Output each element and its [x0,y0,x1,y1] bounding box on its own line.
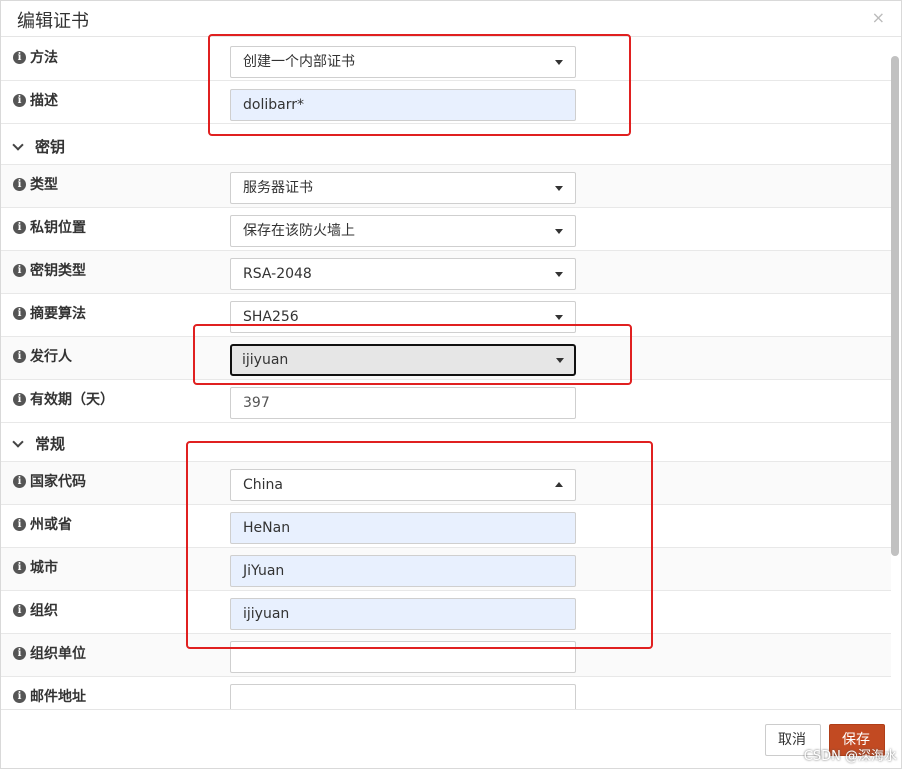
caret-down-icon [556,358,564,363]
field-label: 方法 [30,50,58,66]
private-key-location-select[interactable]: 保存在该防火墙上 [230,215,576,247]
caret-down-icon [555,60,563,65]
info-icon[interactable]: i [13,349,26,363]
info-icon[interactable]: i [13,306,26,320]
section-key[interactable]: 密钥 [1,127,891,165]
field-row-method: i 方法 创建一个内部证书 [1,38,891,81]
info-icon[interactable]: i [13,517,26,531]
method-select[interactable]: 创建一个内部证书 [230,46,576,78]
select-value: 服务器证书 [243,180,313,196]
caret-up-icon [555,482,563,487]
field-row-description: i 描述 dolibarr* [1,81,891,124]
field-label: 私钥位置 [30,220,86,236]
field-row-city: i 城市 JiYuan [1,548,891,591]
select-value: 保存在该防火墙上 [243,223,355,239]
field-label: 州或省 [30,517,72,533]
caret-down-icon [555,186,563,191]
country-code-select[interactable]: China [230,469,576,501]
digest-algorithm-select[interactable]: SHA256 [230,301,576,333]
field-row-country-code: i 国家代码 China [1,462,891,505]
info-icon[interactable]: i [13,646,26,660]
info-icon[interactable]: i [13,689,26,703]
dialog-footer: 取消 保存 [1,709,901,769]
field-label: 组织 [30,603,58,619]
edit-certificate-dialog: 编辑证书 × i 方法 创建一个内部证书 i 描述 dolibarr* 密钥 i 类型… [0,0,902,769]
field-row-private-key-location: i 私钥位置 保存在该防火墙上 [1,208,891,251]
field-row-org-unit: i 组织单位 [1,634,891,677]
field-label: 城市 [30,560,58,576]
email-input[interactable] [230,684,576,709]
select-value: SHA256 [243,309,299,325]
field-row-digest-algorithm: i 摘要算法 SHA256 [1,294,891,337]
org-unit-input[interactable] [230,641,576,673]
close-icon[interactable]: × [872,8,885,27]
field-label: 密钥类型 [30,263,86,279]
field-label: 摘要算法 [30,306,86,322]
info-icon[interactable]: i [13,603,26,617]
section-title: 常规 [35,435,66,453]
chevron-down-icon [12,139,24,151]
chevron-down-icon [12,436,24,448]
select-value: China [243,477,283,493]
field-label: 有效期（天） [30,392,114,408]
field-row-state: i 州或省 HeNan [1,505,891,548]
field-row-issuer: i 发行人 ijiyuan [1,337,891,380]
field-label: 描述 [30,93,58,109]
field-row-organization: i 组织 ijiyuan [1,591,891,634]
dialog-body: i 方法 创建一个内部证书 i 描述 dolibarr* 密钥 i 类型 服务器证书 … [1,38,901,709]
info-icon[interactable]: i [13,392,26,406]
dialog-title: 编辑证书 [17,11,89,32]
dialog-header: 编辑证书 × [1,1,901,37]
field-row-type: i 类型 服务器证书 [1,165,891,208]
select-value: 创建一个内部证书 [243,54,355,70]
section-title: 密钥 [35,138,66,156]
field-row-key-type: i 密钥类型 RSA-2048 [1,251,891,294]
field-label: 发行人 [30,349,72,365]
field-label: 类型 [30,177,58,193]
info-icon[interactable]: i [13,93,26,107]
section-general[interactable]: 常规 [1,424,891,462]
scrollbar[interactable] [891,56,899,556]
info-icon[interactable]: i [13,560,26,574]
field-label: 邮件地址 [30,689,86,705]
field-row-lifetime: i 有效期（天） 397 [1,380,891,423]
field-row-email: i 邮件地址 [1,677,891,709]
info-icon[interactable]: i [13,263,26,277]
info-icon[interactable]: i [13,177,26,191]
caret-down-icon [555,315,563,320]
select-value: RSA-2048 [243,266,312,282]
type-select[interactable]: 服务器证书 [230,172,576,204]
caret-down-icon [555,272,563,277]
info-icon[interactable]: i [13,474,26,488]
key-type-select[interactable]: RSA-2048 [230,258,576,290]
lifetime-input[interactable]: 397 [230,387,576,419]
info-icon[interactable]: i [13,50,26,64]
caret-down-icon [555,229,563,234]
field-label: 国家代码 [30,474,86,490]
watermark: CSDN @深海水 [803,749,897,764]
city-input[interactable]: JiYuan [230,555,576,587]
state-input[interactable]: HeNan [230,512,576,544]
info-icon[interactable]: i [13,220,26,234]
field-label: 组织单位 [30,646,86,662]
select-value: ijiyuan [242,352,289,368]
organization-input[interactable]: ijiyuan [230,598,576,630]
description-input[interactable]: dolibarr* [230,89,576,121]
issuer-select[interactable]: ijiyuan [230,344,576,376]
